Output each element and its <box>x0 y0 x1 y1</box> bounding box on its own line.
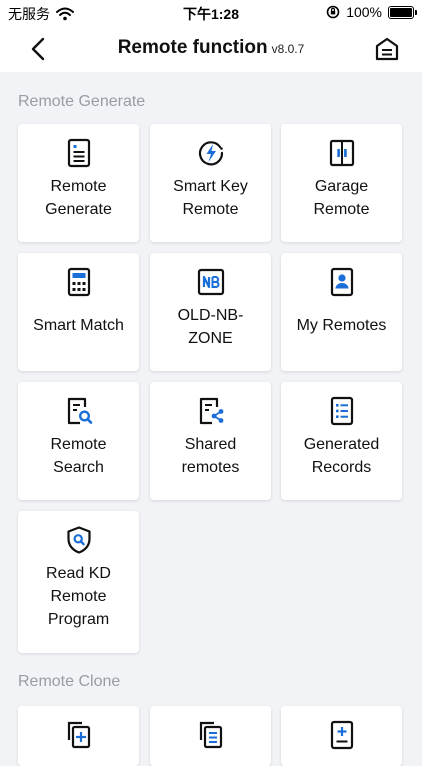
smart-match-label: Smart Match <box>33 317 124 334</box>
remote-search-button[interactable]: Remote Search <box>18 382 139 500</box>
nav-bar: Remote function v8.0.7 <box>0 26 422 72</box>
my-remotes-button[interactable]: My Remotes <box>281 253 402 371</box>
status-right: 100% <box>326 4 417 20</box>
copy-add-icon <box>67 721 90 749</box>
list-icon <box>330 396 353 426</box>
battery-icon <box>388 5 417 19</box>
remote-search-label: Remote Search <box>50 436 107 476</box>
remote-generate-button[interactable]: Remote Generate <box>18 124 139 242</box>
status-bar: 无服务 下午1:28 100% <box>0 0 422 26</box>
garage-icon <box>329 139 354 167</box>
generated-records-label: Generated Records <box>303 436 380 476</box>
version-label: v8.0.7 <box>271 42 305 56</box>
shield-search-icon <box>66 526 91 554</box>
read-kd-remote-program-button[interactable]: Read KD Remote Program <box>18 511 139 653</box>
rotation-lock-icon <box>326 5 340 19</box>
nb-icon <box>197 268 224 296</box>
clone-item-1[interactable] <box>18 706 139 766</box>
generated-records-button[interactable]: Generated Records <box>281 382 402 500</box>
shared-remotes-button[interactable]: Shared remotes <box>150 382 271 500</box>
garage-remote-label: Garage Remote <box>313 178 370 218</box>
section-title-remote-clone: Remote Clone <box>18 673 121 690</box>
document-add-icon <box>330 720 353 750</box>
old-nb-zone-button[interactable]: OLD-NB- ZONE <box>150 253 271 371</box>
page-title-text: Remote function <box>117 37 268 58</box>
clone-item-3[interactable] <box>281 706 402 766</box>
document-share-icon <box>199 397 223 425</box>
smart-key-icon <box>198 141 223 166</box>
remote-generate-label: Remote Generate <box>45 178 112 218</box>
read-kd-remote-program-label: Read KD Remote Program <box>46 565 111 628</box>
my-remotes-label: My Remotes <box>296 317 387 334</box>
smart-key-remote-button[interactable]: Smart Key Remote <box>150 124 271 242</box>
smart-key-remote-label: Smart Key Remote <box>173 178 248 218</box>
smart-match-button[interactable]: Smart Match <box>18 253 139 371</box>
copy-list-icon <box>199 721 222 749</box>
home-icon[interactable] <box>374 36 400 62</box>
shared-remotes-label: Shared remotes <box>181 436 240 476</box>
remote-generate-icon <box>67 138 90 168</box>
document-search-icon <box>67 397 92 425</box>
section-title-remote-generate: Remote Generate <box>18 93 146 110</box>
calculator-icon <box>67 267 90 297</box>
old-nb-zone-label: OLD-NB- ZONE <box>177 307 244 347</box>
page-title: Remote function v8.0.7 <box>0 37 422 59</box>
battery-text: 100% <box>346 4 382 20</box>
user-card-icon <box>330 267 353 297</box>
garage-remote-button[interactable]: Garage Remote <box>281 124 402 242</box>
clone-item-2[interactable] <box>150 706 271 766</box>
